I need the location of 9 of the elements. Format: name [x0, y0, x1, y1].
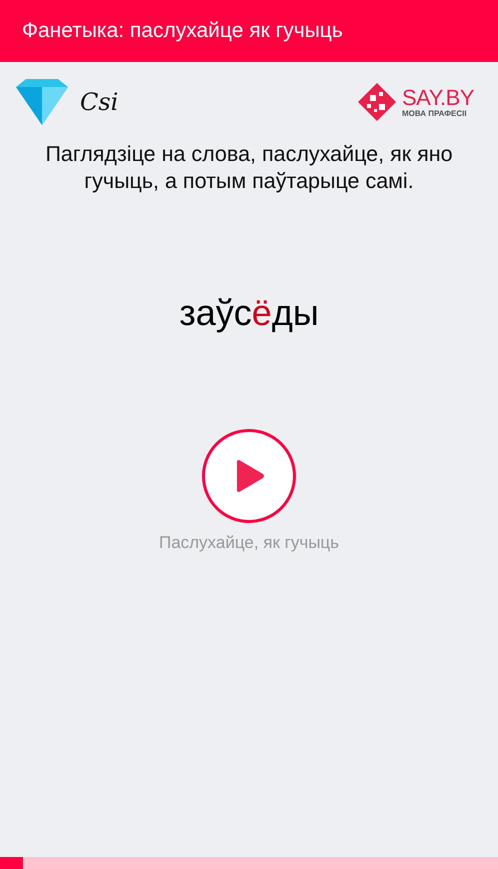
logo-title: SAY.BY [402, 86, 474, 108]
diamond-icon [16, 79, 68, 125]
qr-diamond-icon [358, 83, 396, 121]
play-caption: Паслухайце, як гучыць [158, 533, 340, 553]
word-text: заўсёды [179, 292, 319, 333]
logo-subtitle: МОВА ПРАФЕСІІ [402, 108, 467, 118]
page-title: Фанетыка: паслухайце як гучыць [22, 19, 343, 43]
instruction-text: Паглядзіце на слова, паслухайце, як яно гучыць, а потым паўтарыце самі. [44, 141, 454, 195]
logo-text: Csi [80, 88, 118, 116]
